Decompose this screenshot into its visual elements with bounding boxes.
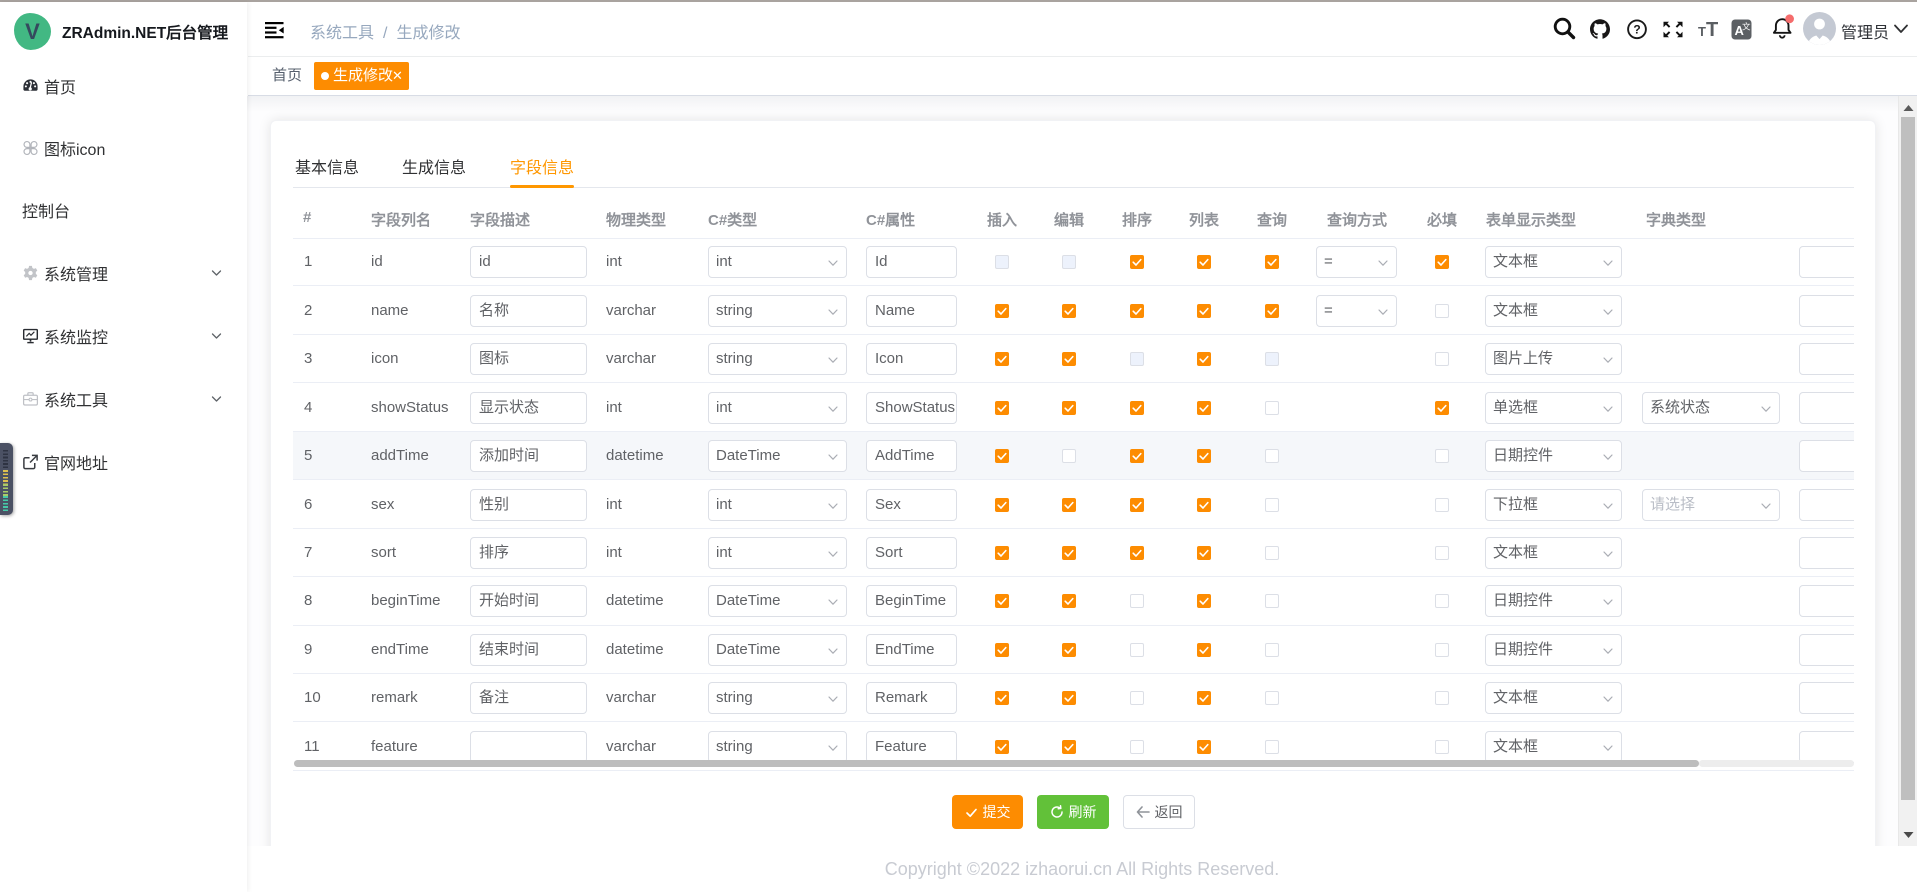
- svg-text:文: 文: [1742, 22, 1751, 32]
- svg-text:?: ?: [1633, 23, 1640, 37]
